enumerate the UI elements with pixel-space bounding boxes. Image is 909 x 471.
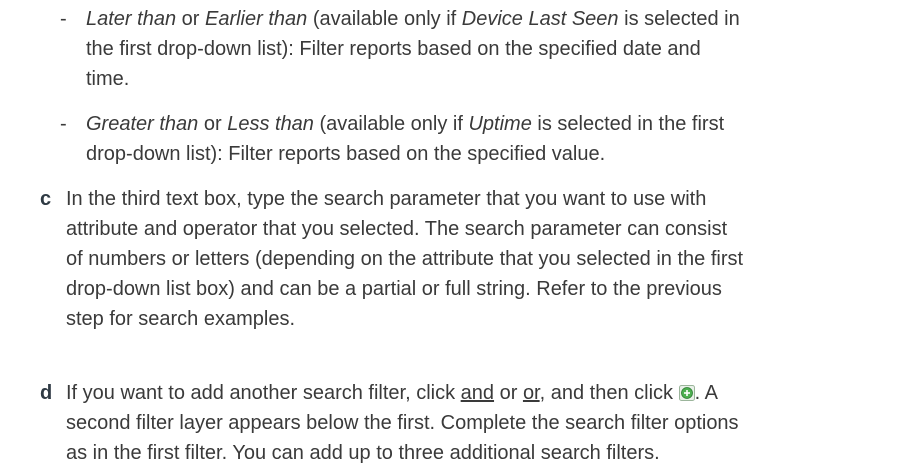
text-run: If you want to add another search filter… — [66, 382, 461, 404]
text-run: is selected in the first — [531, 113, 725, 135]
list-item-text: Greater than or Less than (available onl… — [86, 109, 909, 169]
term-earlier-than: Earlier than — [204, 8, 308, 30]
text-line: step for search examples. — [66, 308, 295, 330]
list-item-text: Later than or Earlier than (available on… — [86, 4, 909, 94]
text-run: , and then click — [539, 382, 679, 404]
step-text: If you want to add another search filter… — [66, 378, 909, 468]
step-letter: c — [40, 188, 52, 210]
list-dash: - — [60, 8, 67, 30]
text-line: drop-down list): Filter reports based on… — [86, 143, 606, 165]
or-link[interactable]: or — [523, 382, 540, 404]
term-device-last-seen: Device Last Seen — [461, 8, 619, 30]
text-run: or — [494, 382, 523, 404]
text-run: (available only if — [307, 8, 462, 30]
term-greater-than: Greater than — [86, 113, 199, 135]
document-page: - Later than or Earlier than (available … — [0, 0, 909, 471]
term-less-than: Less than — [227, 113, 314, 135]
add-filter-icon — [678, 385, 695, 401]
text-run: or — [176, 8, 205, 30]
list-dash: - — [60, 113, 67, 135]
text-line: Later than or Earlier than (available on… — [86, 4, 909, 34]
text-line: Greater than or Less than (available onl… — [86, 109, 909, 139]
text-run: or — [198, 113, 228, 135]
text-run: . A — [694, 382, 718, 404]
text-line: as in the first filter. You can add up t… — [66, 442, 660, 464]
text-line: second filter layer appears below the fi… — [66, 412, 739, 434]
text-line: of numbers or letters (depending on the … — [66, 248, 744, 270]
text-line: the first drop-down list): Filter report… — [86, 38, 701, 60]
text-run: (available only if — [313, 113, 469, 135]
and-link[interactable]: and — [461, 382, 494, 404]
text-line: In the third text box, type the search p… — [66, 188, 707, 210]
text-line: time. — [86, 68, 130, 90]
text-line: attribute and operator that you selected… — [66, 218, 728, 240]
term-later-than: Later than — [86, 8, 177, 30]
term-uptime: Uptime — [468, 113, 532, 135]
step-letter: d — [40, 382, 53, 404]
step-text: In the third text box, type the search p… — [66, 184, 909, 334]
text-line: If you want to add another search filter… — [66, 378, 909, 408]
text-line: drop-down list box) and can be a partial… — [66, 278, 722, 300]
text-run: is selected in — [618, 8, 740, 30]
